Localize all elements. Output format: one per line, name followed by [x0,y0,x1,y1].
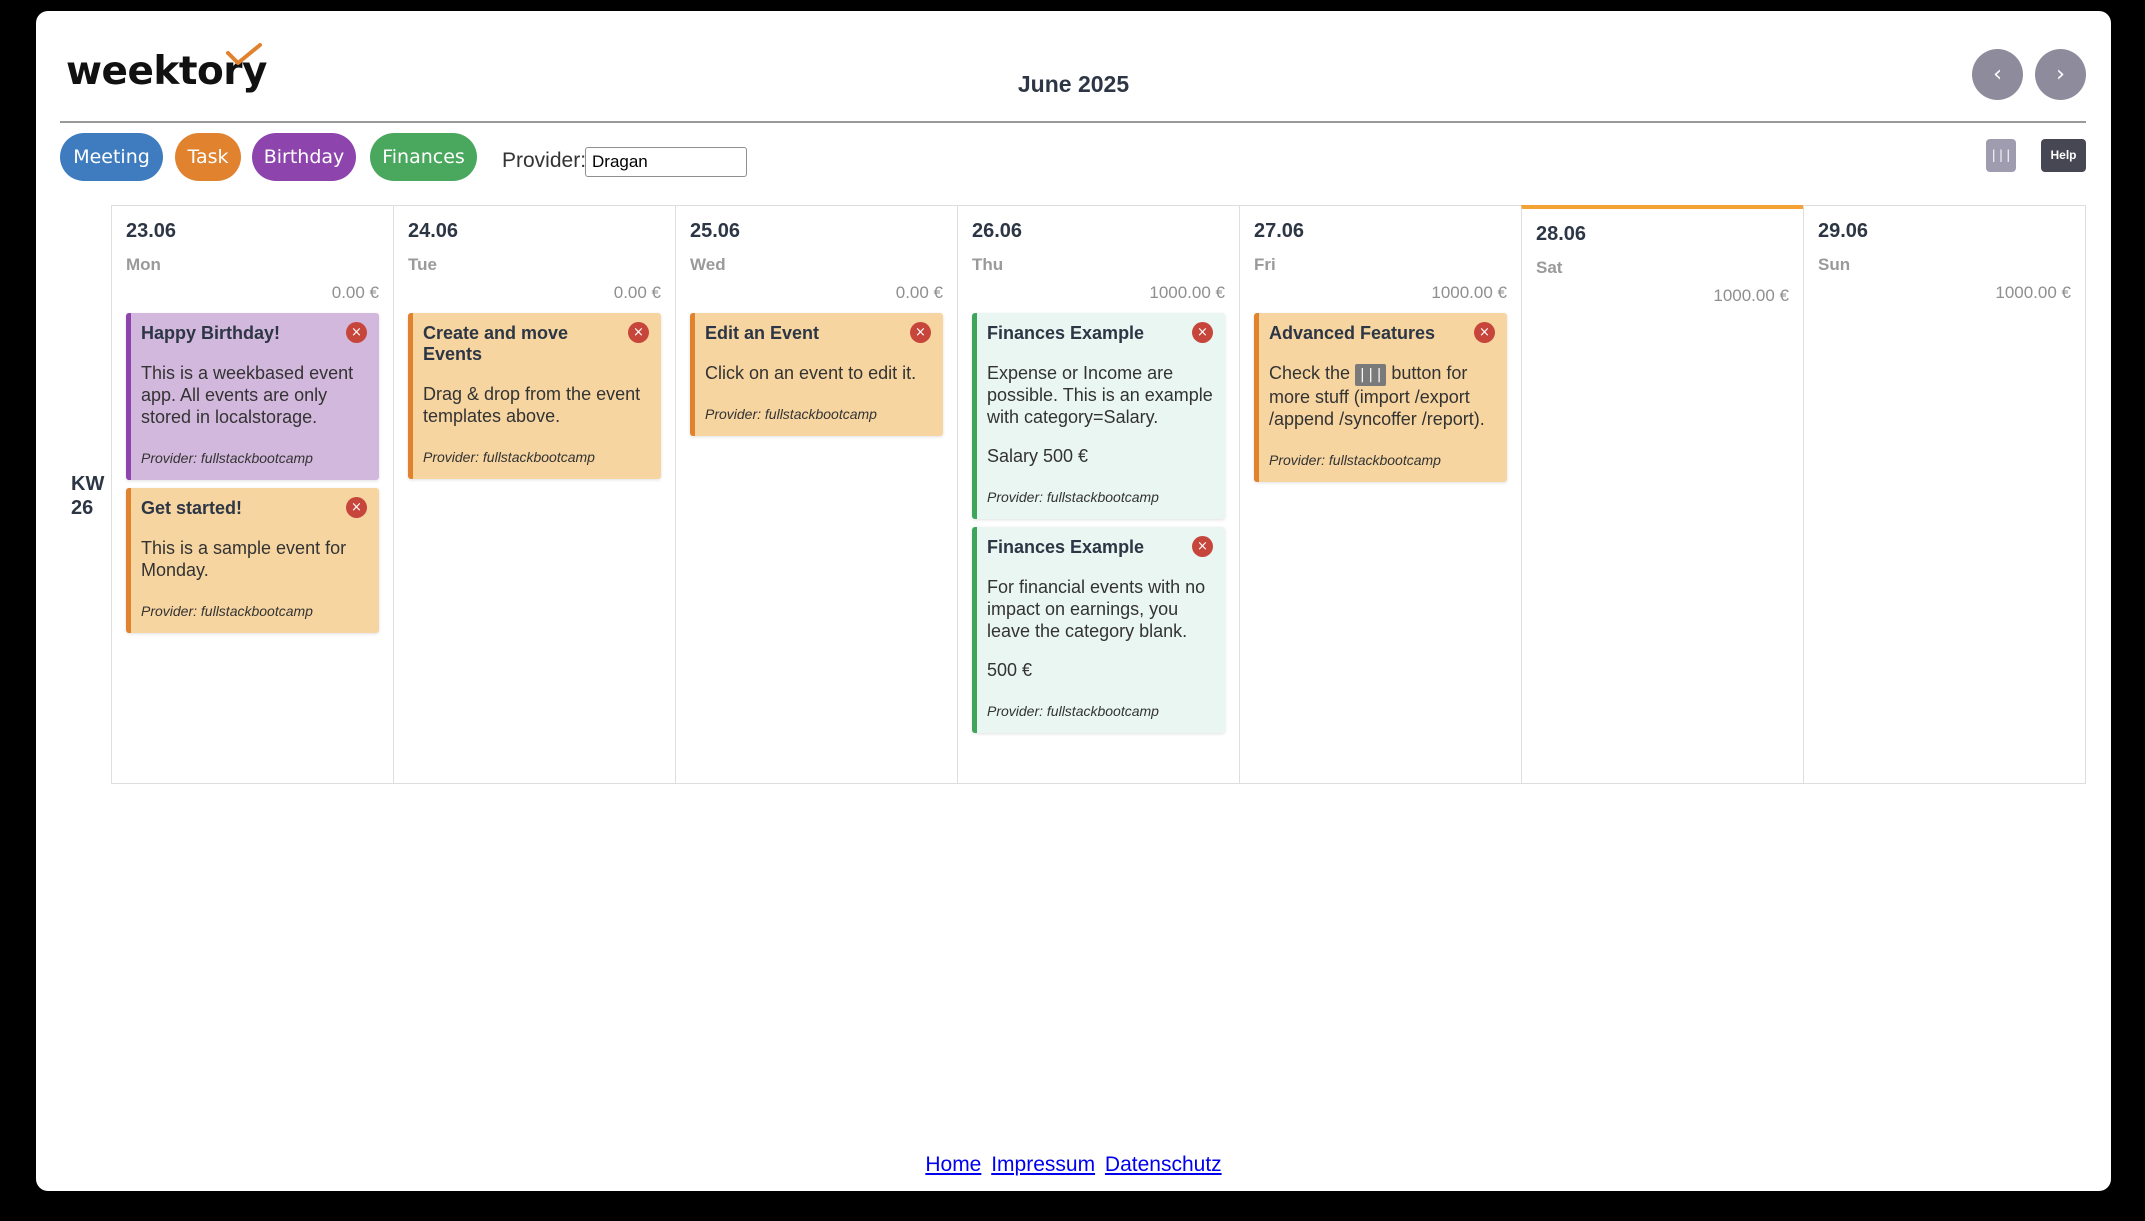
template-meeting[interactable]: Meeting [60,133,163,181]
event-description-pre: Check the [1269,363,1351,383]
event-card[interactable]: Advanced Features × Check the ||| button… [1254,313,1507,482]
day-name: Fri [1254,255,1276,274]
event-card[interactable]: Finances Example × For financial events … [972,527,1225,733]
close-icon[interactable]: × [1192,536,1213,557]
event-title: Edit an Event [705,323,820,343]
footer-link-home[interactable]: Home [925,1153,981,1176]
day-name: Wed [690,255,726,274]
close-icon[interactable]: × [628,322,649,343]
day-column-sun[interactable]: 29.06 Sun 1000.00 € [1803,205,2086,784]
week-label: KW 26 [71,472,104,520]
event-provider: Provider: fullstackbootcamp [1269,452,1441,468]
event-provider: Provider: fullstackbootcamp [987,703,1159,719]
previous-week-button[interactable]: ‹ [1972,49,2023,100]
close-icon[interactable]: × [346,322,367,343]
event-card[interactable]: Finances Example × Expense or Income are… [972,313,1225,519]
day-name: Sat [1536,258,1563,277]
day-date: 23.06 [126,220,177,242]
day-column-fri[interactable]: 27.06 Fri 1000.00 € Advanced Features × … [1239,205,1521,784]
next-week-button[interactable]: › [2035,49,2086,100]
day-date: 28.06 [1536,223,1587,245]
provider-label: Provider: [502,149,587,172]
event-provider: Provider: fullstackbootcamp [705,406,877,422]
day-name: Sun [1818,255,1851,274]
event-title: Advanced Features [1269,323,1436,343]
event-card[interactable]: Get started! × This is a sample event fo… [126,488,379,633]
template-birthday[interactable]: Birthday [252,133,356,181]
month-title: June 2025 [1017,71,1130,97]
day-column-sat[interactable]: 28.06 Sat 1000.00 € [1521,205,1803,784]
event-description: This is a sample event for Monday. [141,538,347,580]
close-icon[interactable]: × [1474,322,1495,343]
day-column-mon[interactable]: 23.06 Mon 0.00 € Happy Birthday! × This … [111,205,393,784]
event-description: This is a weekbased event app. All event… [141,363,354,427]
app-window: weektory June 2025 ‹ › Meeting Task Birt… [36,11,2111,1191]
help-button[interactable]: Help [2041,139,2086,172]
day-column-thu[interactable]: 26.06 Thu 1000.00 € Finances Example × E… [957,205,1239,784]
menu-button[interactable]: ||| [1986,139,2016,172]
day-date: 27.06 [1254,220,1305,242]
event-title: Create and move Events [423,323,569,364]
day-date: 29.06 [1818,220,1869,242]
day-total: 0.00 € [613,283,661,302]
event-title: Finances Example [987,537,1145,557]
day-total: 1000.00 € [1149,283,1225,302]
day-name: Thu [972,255,1004,274]
day-total: 1000.00 € [1431,283,1507,302]
event-amount: Salary 500 € [987,446,1089,466]
week-grid: 23.06 Mon 0.00 € Happy Birthday! × This … [111,205,2086,784]
close-icon[interactable]: × [1192,322,1213,343]
event-provider: Provider: fullstackbootcamp [141,450,313,466]
event-description: Click on an event to edit it. [705,363,917,383]
event-description: For financial events with no impact on e… [987,577,1206,641]
event-amount: 500 € [987,660,1033,680]
day-date: 25.06 [690,220,741,242]
event-card[interactable]: Edit an Event × Click on an event to edi… [690,313,943,436]
footer-link-impressum[interactable]: Impressum [991,1153,1095,1176]
event-card[interactable]: Happy Birthday! × This is a weekbased ev… [126,313,379,480]
checkmark-icon [226,43,262,65]
footer-link-datenschutz[interactable]: Datenschutz [1105,1153,1222,1176]
event-title: Finances Example [987,323,1145,343]
template-task[interactable]: Task [175,133,241,181]
day-name: Tue [408,255,437,274]
week-number: 26 [71,497,94,519]
event-description: Check the ||| button for more stuff (imp… [1269,362,1497,430]
day-date: 24.06 [408,220,459,242]
day-total: 0.00 € [895,283,943,302]
menu-icon: ||| [1355,364,1387,386]
day-date: 26.06 [972,220,1023,242]
header-divider [60,121,2086,123]
footer-links: Home Impressum Datenschutz [36,1153,2111,1177]
event-card[interactable]: Create and move Events × Drag & drop fro… [408,313,661,479]
week-label-prefix: KW [71,473,105,495]
day-total: 1000.00 € [1713,286,1789,305]
day-column-tue[interactable]: 24.06 Tue 0.00 € Create and move Events … [393,205,675,784]
template-finances[interactable]: Finances [370,133,477,181]
event-provider: Provider: fullstackbootcamp [423,449,595,465]
day-column-wed[interactable]: 25.06 Wed 0.00 € Edit an Event × Click o… [675,205,957,784]
close-icon[interactable]: × [346,497,367,518]
day-total: 1000.00 € [1995,283,2071,302]
event-description: Expense or Income are possible. This is … [987,363,1213,427]
event-provider: Provider: fullstackbootcamp [141,603,313,619]
close-icon[interactable]: × [910,322,931,343]
provider-input[interactable] [585,147,747,177]
event-provider: Provider: fullstackbootcamp [987,489,1159,505]
day-total: 0.00 € [331,283,379,302]
event-description: Drag & drop from the event templates abo… [423,384,641,426]
day-name: Mon [126,255,161,274]
event-title: Happy Birthday! [141,323,281,343]
event-title: Get started! [141,498,243,518]
